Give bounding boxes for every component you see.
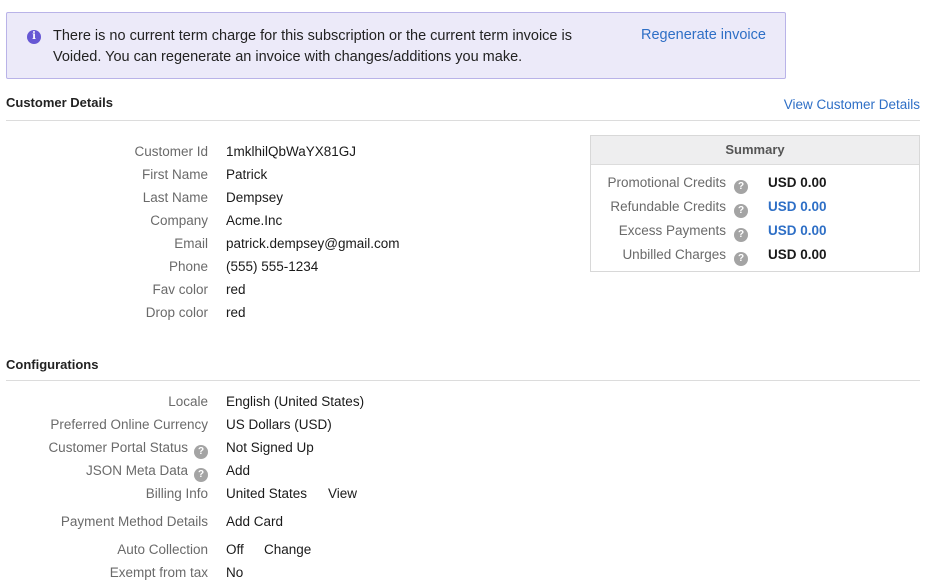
change-auto-collection-link[interactable]: Change [264, 540, 311, 560]
summary-row-unbilled: Unbilled Charges? USD 0.00 [591, 245, 919, 266]
excess-payments-link[interactable]: USD 0.00 [768, 221, 827, 241]
exempt-tax-label: Exempt from tax [109, 565, 208, 580]
email-value: patrick.dempsey@gmail.com [226, 236, 400, 251]
add-json-meta-link[interactable]: Add [226, 461, 250, 481]
info-icon: i [27, 30, 41, 44]
last-name-value: Dempsey [226, 190, 284, 205]
help-icon[interactable]: ? [194, 468, 208, 482]
field-row: Email [0, 234, 208, 254]
help-icon[interactable]: ? [194, 445, 208, 459]
field-row: Billing Info [0, 484, 208, 504]
billing-info-label: Billing Info [145, 486, 208, 501]
customer-id-value: 1mklhilQbWaYX81GJ [226, 144, 357, 159]
view-customer-details-link[interactable]: View Customer Details [784, 97, 920, 112]
field-row: Exempt from tax [0, 563, 208, 580]
field-row: Preferred Online Currency [0, 415, 208, 435]
summary-label: Unbilled Charges [622, 247, 726, 262]
field-row: First Name [0, 165, 208, 185]
field-label: Drop color [145, 305, 208, 320]
help-icon[interactable]: ? [734, 204, 748, 218]
field-row: Locale [0, 392, 208, 412]
summary-panel: Summary Promotional Credits? USD 0.00 Re… [590, 135, 920, 272]
configurations-title: Configurations [6, 357, 99, 372]
field-label: First Name [141, 167, 208, 182]
first-name-value: Patrick [226, 167, 268, 182]
summary-label: Excess Payments [618, 223, 726, 238]
field-row: Drop color [0, 303, 208, 323]
auto-collection-label: Auto Collection [117, 542, 208, 557]
currency-value: US Dollars (USD) [226, 417, 332, 432]
field-row: Payment Method Details [0, 512, 208, 532]
summary-row-excess: Excess Payments? USD 0.00 [591, 221, 919, 242]
field-row: Customer Id [0, 142, 208, 162]
fav-color-value: red [226, 282, 246, 297]
field-row: JSON Meta Data? [0, 461, 208, 482]
divider [6, 380, 920, 381]
divider [6, 120, 920, 121]
field-row: Auto Collection [0, 540, 208, 560]
field-label: Company [150, 213, 208, 228]
billing-info-value: United States [226, 486, 308, 501]
field-label: Last Name [142, 190, 208, 205]
field-label: Email [174, 236, 208, 251]
auto-collection-value: Off [226, 542, 244, 557]
help-icon[interactable]: ? [734, 228, 748, 242]
exempt-tax-value: No [226, 565, 244, 580]
locale-value: English (United States) [226, 394, 365, 409]
field-label: Fav color [152, 282, 208, 297]
portal-status-value: Not Signed Up [226, 440, 314, 455]
invoice-notice-banner: i There is no current term charge for th… [6, 12, 786, 79]
field-row: Fav color [0, 280, 208, 300]
portal-status-label: Customer Portal Status [48, 440, 188, 455]
payment-method-label: Payment Method Details [60, 514, 208, 529]
view-billing-info-link[interactable]: View [328, 484, 357, 504]
field-row: Company [0, 211, 208, 231]
summary-title: Summary [591, 136, 919, 165]
summary-label: Promotional Credits [607, 175, 726, 190]
drop-color-value: red [226, 305, 246, 320]
company-value: Acme.Inc [226, 213, 283, 228]
field-label: Customer Id [134, 144, 208, 159]
customer-details-title: Customer Details [6, 95, 113, 110]
summary-row-refundable: Refundable Credits? USD 0.00 [591, 197, 919, 218]
json-meta-label: JSON Meta Data [85, 463, 188, 478]
field-row: Last Name [0, 188, 208, 208]
help-icon[interactable]: ? [734, 180, 748, 194]
summary-label: Refundable Credits [610, 199, 726, 214]
field-label: Phone [168, 259, 208, 274]
unbilled-charges-value: USD 0.00 [768, 247, 827, 262]
phone-value: (555) 555-1234 [226, 259, 319, 274]
help-icon[interactable]: ? [734, 252, 748, 266]
field-row: Customer Portal Status? [0, 438, 208, 459]
field-row: Phone [0, 257, 208, 277]
promotional-credits-value: USD 0.00 [768, 175, 827, 190]
currency-label: Preferred Online Currency [50, 417, 208, 432]
banner-message: There is no current term charge for this… [53, 28, 572, 65]
locale-label: Locale [168, 394, 208, 409]
summary-row-promotional: Promotional Credits? USD 0.00 [591, 173, 919, 194]
refundable-credits-link[interactable]: USD 0.00 [768, 197, 827, 217]
regenerate-invoice-link[interactable]: Regenerate invoice [641, 27, 766, 43]
add-card-link[interactable]: Add Card [226, 512, 283, 532]
